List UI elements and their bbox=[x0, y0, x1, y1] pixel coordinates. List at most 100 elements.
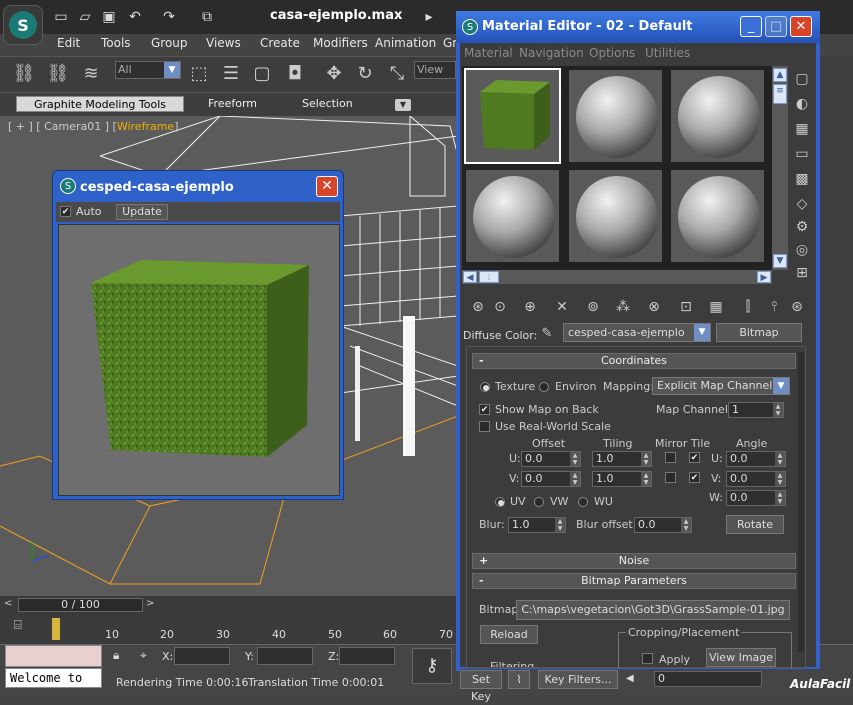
slots-horizontal-scrollbar[interactable] bbox=[462, 270, 772, 284]
show-map-on-back-checkbox[interactable]: ✔ bbox=[479, 404, 490, 415]
trackbar-toggle-icon[interactable]: ⌸ bbox=[14, 618, 34, 636]
spinner-arrows-icon[interactable]: ▲ ▼ bbox=[773, 403, 783, 417]
vw-radio[interactable] bbox=[534, 497, 544, 507]
texture-radio[interactable] bbox=[480, 382, 490, 392]
tab-selection[interactable]: Selection bbox=[302, 97, 353, 110]
v-mirror-checkbox[interactable] bbox=[665, 472, 676, 483]
spinner-arrows-icon[interactable]: ▲ ▼ bbox=[570, 472, 580, 486]
make-copy-icon[interactable]: ⊚ bbox=[583, 297, 603, 317]
update-button[interactable]: Update bbox=[116, 204, 168, 220]
current-frame-field[interactable]: 0 bbox=[654, 671, 762, 687]
background-checker-icon[interactable]: ▦ bbox=[793, 120, 811, 138]
lock-icon[interactable]: 🔒︎ bbox=[113, 648, 127, 662]
go-to-parent-icon[interactable]: ⫯ bbox=[764, 297, 784, 317]
u-angle-spinner[interactable]: 0.0 ▲ ▼ bbox=[726, 451, 786, 467]
scroll-left-icon[interactable]: ◀ bbox=[463, 271, 477, 283]
u-offset-spinner[interactable]: 0.0 ▲ ▼ bbox=[521, 451, 581, 467]
rotate-button[interactable]: Rotate bbox=[726, 515, 784, 534]
spinner-arrows-icon[interactable]: ▲ ▼ bbox=[775, 491, 785, 505]
spinner-arrows-icon[interactable]: ▲ ▼ bbox=[681, 518, 691, 532]
video-color-check-icon[interactable]: ▩ bbox=[793, 170, 811, 188]
spinner-arrows-icon[interactable]: ▲ ▼ bbox=[570, 452, 580, 466]
viewport-shading-mode[interactable]: Wireframe bbox=[117, 120, 174, 133]
bind-spacewarp-icon[interactable]: ≋ bbox=[77, 60, 105, 88]
scale-icon[interactable]: ⤡ bbox=[383, 60, 411, 88]
sample-slot[interactable] bbox=[669, 68, 766, 164]
undo-icon[interactable]: ↶ bbox=[126, 8, 144, 26]
options-icon[interactable]: ⚙ bbox=[793, 218, 811, 236]
menu-edit[interactable]: Edit bbox=[57, 36, 80, 50]
spinner-arrows-icon[interactable]: ▲ ▼ bbox=[775, 452, 785, 466]
sample-slot[interactable] bbox=[567, 68, 664, 164]
window-crossing-icon[interactable]: ◘ bbox=[281, 60, 309, 88]
spinner-arrows-icon[interactable]: ▲ ▼ bbox=[775, 472, 785, 486]
move-icon[interactable]: ✥ bbox=[320, 60, 348, 88]
reset-map-icon[interactable]: ✕ bbox=[552, 297, 572, 317]
w-angle-spinner[interactable]: 0.0 ▲ ▼ bbox=[726, 490, 786, 506]
link-icon[interactable]: ⛓ bbox=[10, 60, 38, 88]
spinner-arrows-icon[interactable]: ▲ ▼ bbox=[641, 472, 651, 486]
wu-radio[interactable] bbox=[578, 497, 588, 507]
time-cursor[interactable] bbox=[52, 618, 60, 640]
app-logo-button[interactable]: S bbox=[3, 5, 43, 45]
sample-type-icon[interactable]: ▢ bbox=[793, 70, 811, 88]
viewport-label[interactable]: [ + ] [ Camera01 ] [Wireframe] bbox=[8, 120, 178, 133]
sample-slot[interactable] bbox=[464, 168, 561, 264]
go-forward-sibling-icon[interactable]: ⊛ bbox=[787, 297, 807, 317]
mapping-dropdown[interactable]: Explicit Map Channel ▼ bbox=[652, 377, 790, 395]
open-folder-icon[interactable]: ▱ bbox=[76, 8, 94, 26]
select-by-material-icon[interactable]: ◎ bbox=[793, 241, 811, 259]
spinner-arrows-icon[interactable]: ▲ ▼ bbox=[555, 518, 565, 532]
u-tiling-spinner[interactable]: 1.0 ▲ ▼ bbox=[592, 451, 652, 467]
make-preview-icon[interactable]: ◇ bbox=[793, 195, 811, 213]
v-tile-checkbox[interactable]: ✔ bbox=[689, 472, 700, 483]
menu-tools[interactable]: Tools bbox=[101, 36, 131, 50]
parameters-scrollbar[interactable] bbox=[798, 352, 804, 652]
sample-slot[interactable] bbox=[567, 168, 664, 264]
material-type-button[interactable]: Bitmap bbox=[716, 323, 802, 342]
material-name-field[interactable]: cesped-casa-ejemplo ▼ bbox=[563, 323, 711, 342]
z-coordinate-field[interactable] bbox=[339, 647, 395, 665]
reload-button[interactable]: Reload bbox=[480, 625, 538, 644]
redo-icon[interactable]: ↷ bbox=[160, 8, 178, 26]
menu-group[interactable]: Group bbox=[151, 36, 188, 50]
select-by-name-icon[interactable]: ☰ bbox=[217, 60, 245, 88]
spinner-arrows-icon[interactable]: ▲ ▼ bbox=[641, 452, 651, 466]
sample-slot-active[interactable] bbox=[464, 68, 561, 164]
prev-frame-icon[interactable]: ◀ bbox=[626, 673, 638, 687]
menu-navigation[interactable]: Navigation bbox=[519, 46, 584, 60]
x-coordinate-field[interactable] bbox=[174, 647, 230, 665]
chevron-down-icon[interactable]: ▼ bbox=[694, 324, 710, 341]
blur-spinner[interactable]: 1.0 ▲ ▼ bbox=[508, 517, 566, 533]
u-mirror-checkbox[interactable] bbox=[665, 452, 676, 463]
menu-options[interactable]: Options bbox=[589, 46, 635, 60]
close-icon[interactable]: ✕ bbox=[790, 16, 812, 37]
assign-material-icon[interactable]: ⊕ bbox=[520, 297, 540, 317]
scroll-up-icon[interactable]: ▲ bbox=[773, 68, 787, 82]
rectangular-selection-icon[interactable]: ▢ bbox=[248, 60, 276, 88]
make-unique-icon[interactable]: ⁂ bbox=[613, 297, 633, 317]
bitmap-path-button[interactable]: C:\maps\vegetacion\Got3D\GrassSample-01.… bbox=[516, 600, 790, 620]
material-map-navigator-icon[interactable]: ⊞ bbox=[793, 264, 811, 282]
view-image-button[interactable]: View Image bbox=[706, 648, 776, 667]
maximize-icon[interactable]: □ bbox=[765, 16, 787, 37]
close-icon[interactable]: ✕ bbox=[316, 176, 338, 197]
key-mode-icon[interactable]: ⌇ bbox=[508, 670, 530, 689]
timeline-prev-icon[interactable]: < bbox=[4, 598, 16, 612]
show-end-result-icon[interactable]: ⫿ bbox=[738, 297, 758, 317]
auto-checkbox[interactable]: ✔ bbox=[60, 206, 71, 217]
selection-filter-dropdown[interactable]: All ▼ bbox=[115, 61, 181, 79]
maxscript-listener-input[interactable] bbox=[5, 645, 102, 667]
menu-modifiers[interactable]: Modifiers bbox=[313, 36, 368, 50]
reference-coordinate-dropdown[interactable]: View bbox=[414, 61, 456, 79]
unlink-icon[interactable]: ⛓ bbox=[44, 60, 72, 88]
tab-graphite-modeling-tools[interactable]: Graphite Modeling Tools bbox=[16, 96, 184, 112]
sample-uv-tiling-icon[interactable]: ▭ bbox=[793, 145, 811, 163]
menu-utilities[interactable]: Utilities bbox=[645, 46, 690, 60]
menu-animation[interactable]: Animation bbox=[375, 36, 436, 50]
menu-create[interactable]: Create bbox=[260, 36, 300, 50]
menu-material[interactable]: Material bbox=[464, 46, 513, 60]
real-world-scale-checkbox[interactable] bbox=[479, 421, 490, 432]
material-id-channel-icon[interactable]: ⊡ bbox=[676, 297, 696, 317]
absolute-mode-icon[interactable]: ⌖ bbox=[140, 648, 154, 662]
